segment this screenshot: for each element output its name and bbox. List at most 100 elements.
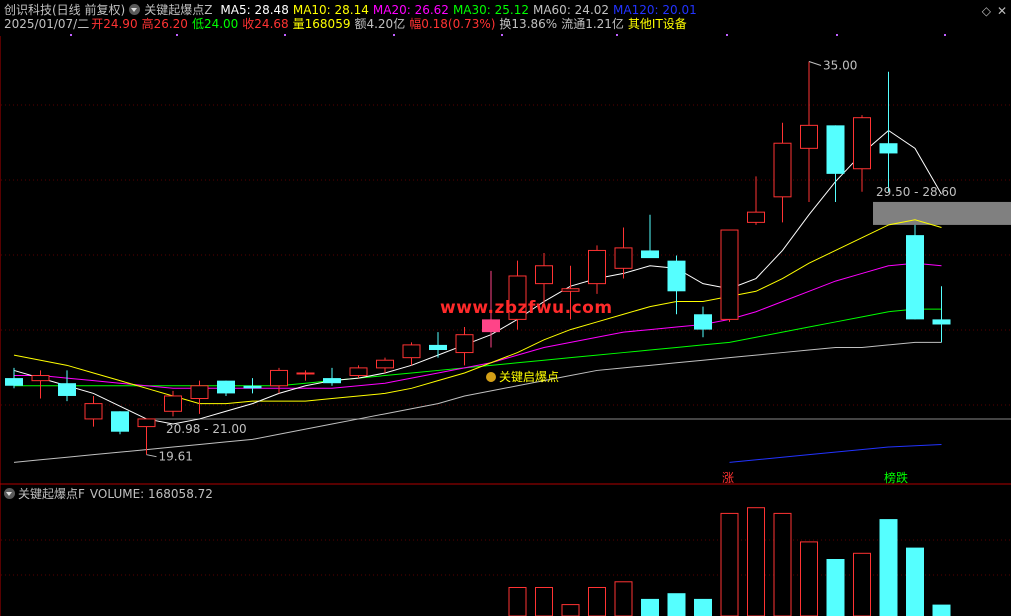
candle-body bbox=[349, 367, 368, 377]
time-marker bbox=[501, 34, 503, 36]
candle-body bbox=[773, 142, 792, 198]
support-label: 20.98 - 21.00 bbox=[166, 422, 247, 436]
candle-body bbox=[217, 380, 235, 394]
candle-body bbox=[111, 411, 129, 432]
volume-bar bbox=[932, 604, 951, 616]
volume-bar bbox=[641, 598, 659, 616]
volume-bar bbox=[508, 587, 527, 616]
amount: 额4.20亿 bbox=[354, 17, 406, 31]
tag-bangdie: 榜跌 bbox=[884, 470, 908, 485]
candle-body bbox=[31, 375, 50, 382]
candle-body bbox=[800, 124, 818, 149]
low: 低24.00 bbox=[191, 17, 239, 31]
time-marker bbox=[616, 34, 618, 36]
volume-bar bbox=[747, 507, 765, 616]
sector[interactable]: 其他IT设备 bbox=[628, 17, 687, 31]
signal-icon bbox=[486, 372, 496, 382]
volume-bar bbox=[720, 512, 739, 616]
date: 2025/01/07/二 bbox=[4, 17, 90, 31]
ma30-line bbox=[14, 308, 942, 387]
candle-body bbox=[376, 359, 394, 369]
candle-body bbox=[137, 418, 156, 428]
ma20-line bbox=[14, 262, 942, 389]
volume-bar bbox=[906, 547, 924, 616]
volume-value: VOLUME: 168058.72 bbox=[89, 487, 213, 501]
close-icon[interactable]: ✕ bbox=[997, 4, 1007, 18]
signal-label: 关键启爆点 bbox=[499, 370, 559, 384]
time-marker bbox=[726, 34, 728, 36]
high-pointer bbox=[808, 61, 822, 67]
candle-body bbox=[535, 265, 553, 285]
time-marker bbox=[836, 34, 838, 36]
dropdown-icon[interactable] bbox=[129, 4, 141, 15]
ma5-line bbox=[13, 129, 942, 425]
candle-body bbox=[641, 250, 659, 259]
volume-bar bbox=[853, 552, 871, 616]
candle-body bbox=[243, 385, 262, 389]
volume-bar bbox=[561, 604, 580, 616]
close: 收24.68 bbox=[242, 17, 289, 31]
candle-body bbox=[747, 211, 765, 223]
stock-title: 创识科技(日线 前复权) bbox=[4, 3, 126, 17]
change: 幅0.18(0.73%) bbox=[409, 17, 496, 31]
volume-bar bbox=[535, 587, 553, 616]
high: 高26.20 bbox=[141, 17, 188, 31]
candle-body bbox=[694, 314, 712, 330]
candle-body bbox=[853, 117, 871, 170]
candle-body bbox=[84, 403, 103, 420]
indicator-main[interactable]: 关键起爆点Z bbox=[129, 3, 216, 17]
candle-body bbox=[270, 369, 288, 387]
ma120-label: MA120: 20.01 bbox=[613, 3, 697, 17]
volume: 量168059 bbox=[292, 17, 351, 31]
info-row: 2025/01/07/二 开24.90 高26.20 低24.00 收24.68 量168… bbox=[4, 16, 691, 32]
candle-body bbox=[561, 288, 580, 292]
candle-body bbox=[614, 247, 633, 269]
volume-bar bbox=[800, 541, 818, 616]
ma5-label: MA5: 28.48 bbox=[220, 3, 289, 17]
dropdown-icon[interactable] bbox=[4, 488, 15, 499]
resistance-label: 29.50 - 28.60 bbox=[876, 185, 957, 199]
candle-body bbox=[323, 378, 341, 384]
low-pointer bbox=[146, 454, 157, 458]
candle-body bbox=[296, 372, 315, 375]
open: 开24.90 bbox=[91, 17, 138, 31]
time-marker bbox=[284, 34, 286, 36]
watermark: www.zbzfwu.com bbox=[440, 298, 613, 318]
turnover: 换13.86% bbox=[499, 17, 558, 31]
candle-body bbox=[402, 344, 421, 359]
ma20-label: MA20: 26.62 bbox=[372, 3, 449, 17]
ma30-label: MA30: 25.12 bbox=[452, 3, 529, 17]
candle-body bbox=[826, 125, 845, 174]
candle-body bbox=[906, 235, 924, 320]
candle-body bbox=[5, 378, 23, 386]
volume-header: 关键起爆点F VOLUME: 168058.72 bbox=[4, 486, 213, 502]
high-label: 35.00 bbox=[823, 59, 857, 73]
ma120-line bbox=[729, 443, 942, 463]
ma60-line bbox=[13, 341, 942, 463]
ma10-label: MA10: 28.14 bbox=[292, 3, 369, 17]
diamond-icon[interactable]: ◇ bbox=[982, 4, 991, 18]
volume-bar bbox=[667, 593, 686, 616]
candle-body bbox=[190, 385, 209, 400]
resistance-box bbox=[873, 201, 1011, 225]
volume-bar bbox=[773, 512, 792, 616]
volume-bar bbox=[614, 581, 633, 616]
low-label: 19.61 bbox=[159, 450, 193, 464]
time-marker bbox=[176, 34, 178, 36]
volume-bar bbox=[694, 598, 712, 616]
volume-indicator[interactable]: 关键起爆点F bbox=[18, 487, 85, 501]
float: 流通1.21亿 bbox=[561, 17, 624, 31]
volume-bar bbox=[826, 559, 845, 616]
candle-body bbox=[429, 344, 447, 351]
top-icons: ◇ ✕ bbox=[976, 4, 1007, 18]
candle-body bbox=[164, 395, 182, 412]
time-marker bbox=[393, 34, 395, 36]
candle-body bbox=[482, 319, 500, 333]
candle-body bbox=[455, 334, 474, 354]
candle-body bbox=[932, 319, 951, 325]
volume-bar bbox=[588, 587, 606, 616]
candle-body bbox=[879, 143, 898, 154]
candle-body bbox=[588, 249, 606, 285]
candle-body bbox=[58, 383, 76, 396]
volume-bar bbox=[879, 519, 898, 616]
